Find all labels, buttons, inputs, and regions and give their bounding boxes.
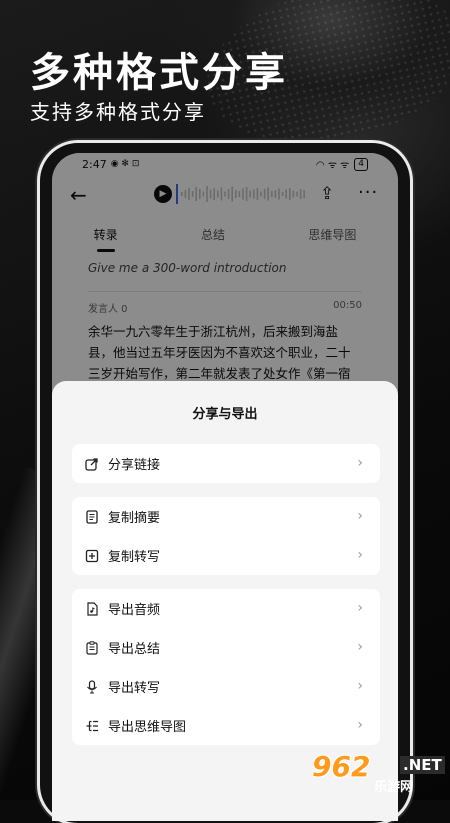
group-export: 导出音频 › 导出总结 › 导出转写 › 导出思维导图 › — [72, 589, 380, 745]
export-summary-icon — [84, 640, 100, 656]
copy-transcript-icon — [84, 548, 100, 564]
hero-title: 多种格式分享 — [30, 50, 288, 96]
copy-transcript-label: 复制转写 — [108, 550, 161, 565]
share-link-item[interactable]: 分享链接 › — [72, 444, 380, 483]
hero-subtitle: 支持多种格式分享 — [30, 100, 206, 124]
watermark: 962 .NET 乐游网 — [312, 748, 445, 795]
chevron-right-icon: › — [357, 678, 363, 694]
chevron-right-icon: › — [357, 639, 363, 655]
chevron-right-icon: › — [357, 508, 363, 524]
group-share: 分享链接 › — [72, 444, 380, 483]
microphone-icon — [84, 679, 100, 695]
chevron-right-icon: › — [357, 547, 363, 563]
watermark-sub: 乐游网 — [374, 780, 414, 795]
export-mindmap-label: 导出思维导图 — [108, 720, 187, 735]
group-copy: 复制摘要 › 复制转写 › — [72, 497, 380, 575]
export-audio-icon — [84, 601, 100, 617]
export-summary-item[interactable]: 导出总结 › — [72, 628, 380, 667]
export-audio-label: 导出音频 — [108, 603, 161, 618]
share-link-label: 分享链接 — [108, 458, 161, 473]
copy-summary-icon — [84, 509, 100, 525]
watermark-net: .NET — [400, 756, 445, 774]
sheet-title: 分享与导出 — [192, 407, 258, 422]
export-mindmap-item[interactable]: 导出思维导图 › — [72, 706, 380, 745]
watermark-logo: 962 — [312, 750, 371, 783]
export-audio-item[interactable]: 导出音频 › — [72, 589, 380, 628]
chevron-right-icon: › — [357, 717, 363, 733]
copy-summary-item[interactable]: 复制摘要 › — [72, 497, 380, 536]
mindmap-icon — [84, 718, 100, 734]
chevron-right-icon: › — [357, 455, 363, 471]
chevron-right-icon: › — [357, 600, 363, 616]
export-transcript-item[interactable]: 导出转写 › — [72, 667, 380, 706]
copy-summary-label: 复制摘要 — [108, 511, 161, 526]
copy-transcript-item[interactable]: 复制转写 › — [72, 536, 380, 575]
share-link-icon — [84, 456, 100, 472]
export-transcript-label: 导出转写 — [108, 681, 161, 696]
export-summary-label: 导出总结 — [108, 642, 161, 657]
